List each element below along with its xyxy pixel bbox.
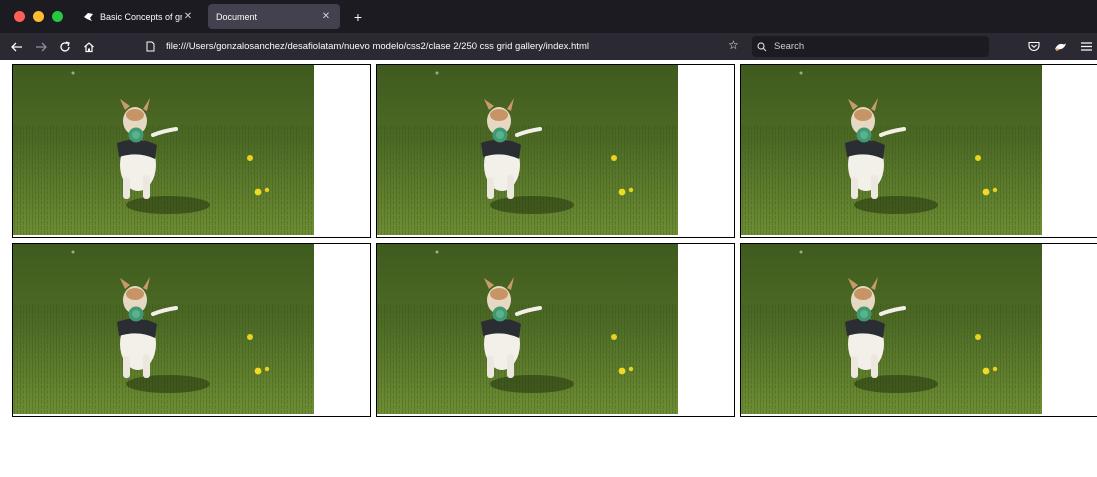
- home-icon[interactable]: [78, 37, 100, 57]
- reload-icon[interactable]: [54, 37, 76, 57]
- gallery-card: [12, 243, 371, 417]
- page-viewport: [0, 60, 1097, 477]
- page-icon: [146, 41, 160, 52]
- bookmark-star-icon[interactable]: ☆: [728, 38, 739, 52]
- menu-icon[interactable]: [1079, 37, 1093, 55]
- tab-strip: Basic Concepts of grid layout - ✕ Docume…: [0, 0, 1097, 33]
- mdn-icon: [82, 11, 94, 23]
- gallery-card: [12, 64, 371, 238]
- new-tab-button[interactable]: +: [350, 9, 366, 25]
- tab-document[interactable]: Document ✕: [208, 4, 340, 29]
- pocket-icon[interactable]: [1027, 37, 1041, 55]
- tab-title: Basic Concepts of grid layout -: [100, 11, 182, 22]
- extension-icon[interactable]: [1053, 37, 1067, 55]
- tab-basic-concepts[interactable]: Basic Concepts of grid layout - ✕: [74, 4, 202, 29]
- gallery-card: [740, 243, 1097, 417]
- dog-photo: [13, 244, 314, 414]
- gallery-card: [376, 64, 735, 238]
- toolbar-actions: [1027, 37, 1093, 55]
- minimize-window-button[interactable]: [33, 11, 44, 22]
- dog-photo: [741, 244, 1042, 414]
- window-controls: [0, 11, 66, 22]
- address-bar[interactable]: file:///Users/gonzalosanchez/desafiolata…: [140, 36, 750, 57]
- forward-icon[interactable]: [30, 37, 52, 57]
- back-icon[interactable]: [6, 37, 28, 57]
- address-text: file:///Users/gonzalosanchez/desafiolata…: [166, 41, 589, 52]
- search-input[interactable]: Search: [752, 36, 989, 57]
- tab-title: Document: [216, 11, 258, 22]
- gallery-card: [740, 64, 1097, 238]
- close-icon[interactable]: ✕: [320, 11, 332, 22]
- close-icon[interactable]: ✕: [182, 11, 194, 22]
- dog-photo: [741, 65, 1042, 235]
- dog-photo: [377, 244, 678, 414]
- zoom-window-button[interactable]: [52, 11, 63, 22]
- search-placeholder: Search: [774, 41, 805, 52]
- gallery-card: [376, 243, 735, 417]
- dog-photo: [377, 65, 678, 235]
- navigation-toolbar: file:///Users/gonzalosanchez/desafiolata…: [0, 33, 1097, 60]
- close-window-button[interactable]: [14, 11, 25, 22]
- search-icon: [757, 41, 769, 52]
- dog-photo: [13, 65, 314, 235]
